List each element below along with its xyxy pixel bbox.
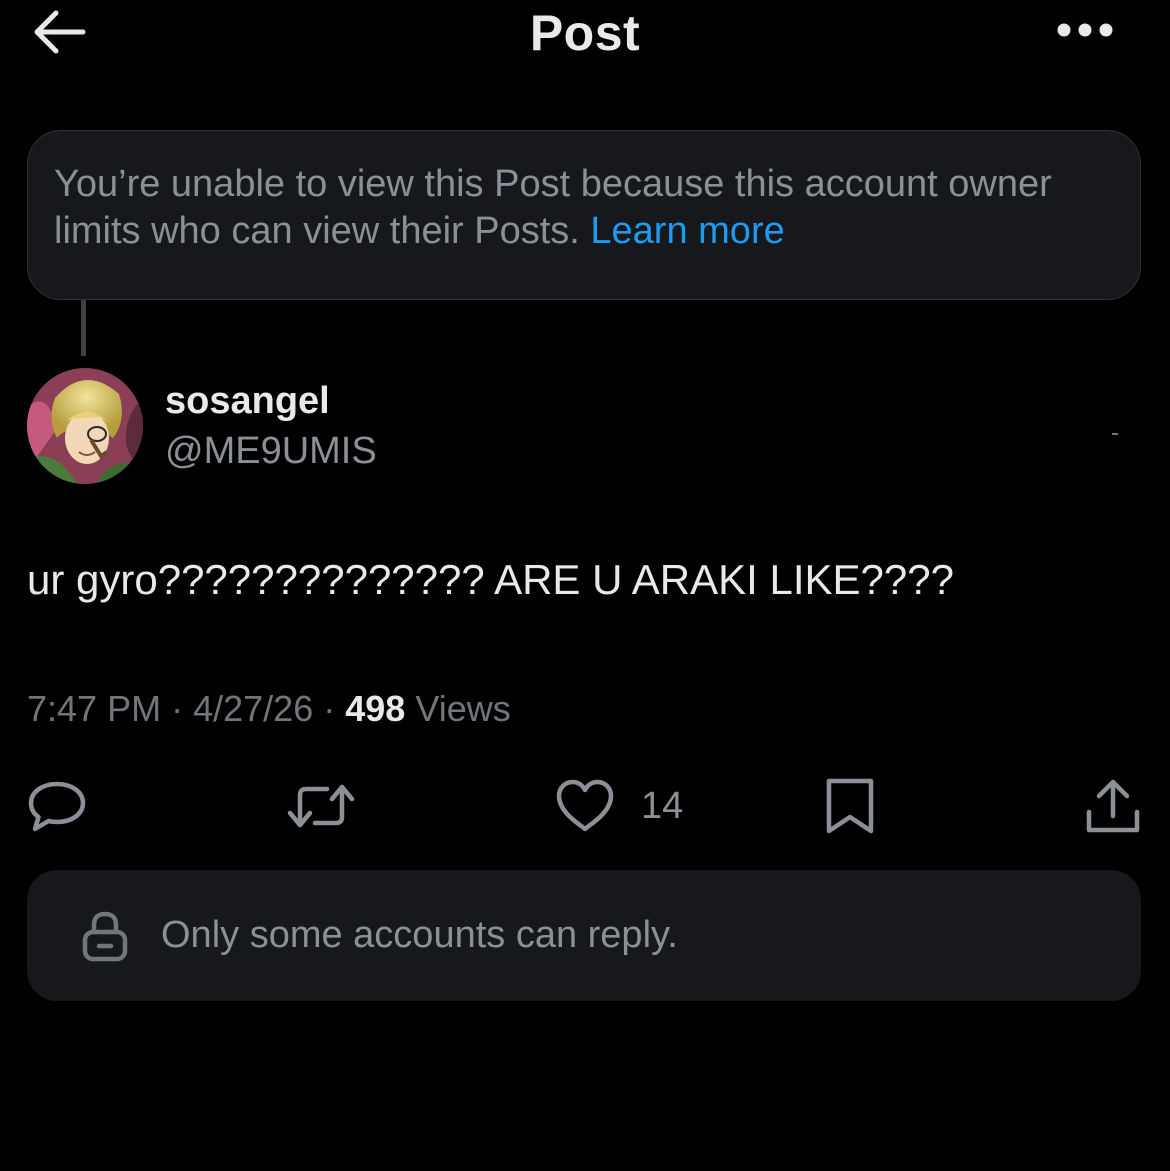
author-display-name[interactable]: sosangel — [165, 380, 330, 423]
meta-separator: · — [323, 688, 336, 729]
more-button[interactable] — [1052, 10, 1118, 50]
bookmark-icon — [826, 778, 874, 834]
post-meta: 7:47 PM · 4/27/26 · 498 Views — [27, 688, 511, 730]
views-label: Views — [415, 688, 511, 729]
reply-icon — [28, 781, 86, 832]
post-time: 7:47 PM — [27, 688, 162, 729]
repost-icon — [287, 784, 355, 828]
thread-connector-line — [81, 300, 86, 356]
more-icon — [1057, 23, 1113, 37]
reply-restriction-banner: Only some accounts can reply. — [27, 870, 1141, 1001]
reply-restriction-text: Only some accounts can reply. — [161, 914, 678, 956]
notice-text: You’re unable to view this Post because … — [54, 163, 1052, 252]
divider-mark — [1112, 433, 1118, 435]
reply-button[interactable] — [27, 776, 87, 836]
post-date: 4/27/26 — [193, 688, 314, 729]
learn-more-link[interactable]: Learn more — [590, 210, 784, 252]
bookmark-button[interactable] — [824, 776, 876, 836]
meta-separator: · — [171, 688, 184, 729]
like-count: 14 — [641, 784, 684, 827]
share-button[interactable] — [1084, 776, 1142, 836]
lock-icon — [82, 911, 128, 961]
like-icon — [556, 779, 614, 832]
notice-message: You’re unable to view this Post because … — [54, 161, 1114, 255]
views-count: 498 — [345, 688, 406, 729]
page-title: Post — [529, 5, 641, 61]
author-handle[interactable]: @ME9UMIS — [165, 430, 377, 473]
repost-button[interactable] — [287, 776, 355, 836]
post-text: ur gyro?????????????? ARE U ARAKI LIKE??… — [27, 556, 954, 603]
like-button[interactable]: 14 — [555, 776, 683, 836]
avatar[interactable] — [27, 368, 143, 484]
share-icon — [1086, 779, 1140, 833]
unavailable-post-notice: You’re unable to view this Post because … — [27, 130, 1141, 300]
